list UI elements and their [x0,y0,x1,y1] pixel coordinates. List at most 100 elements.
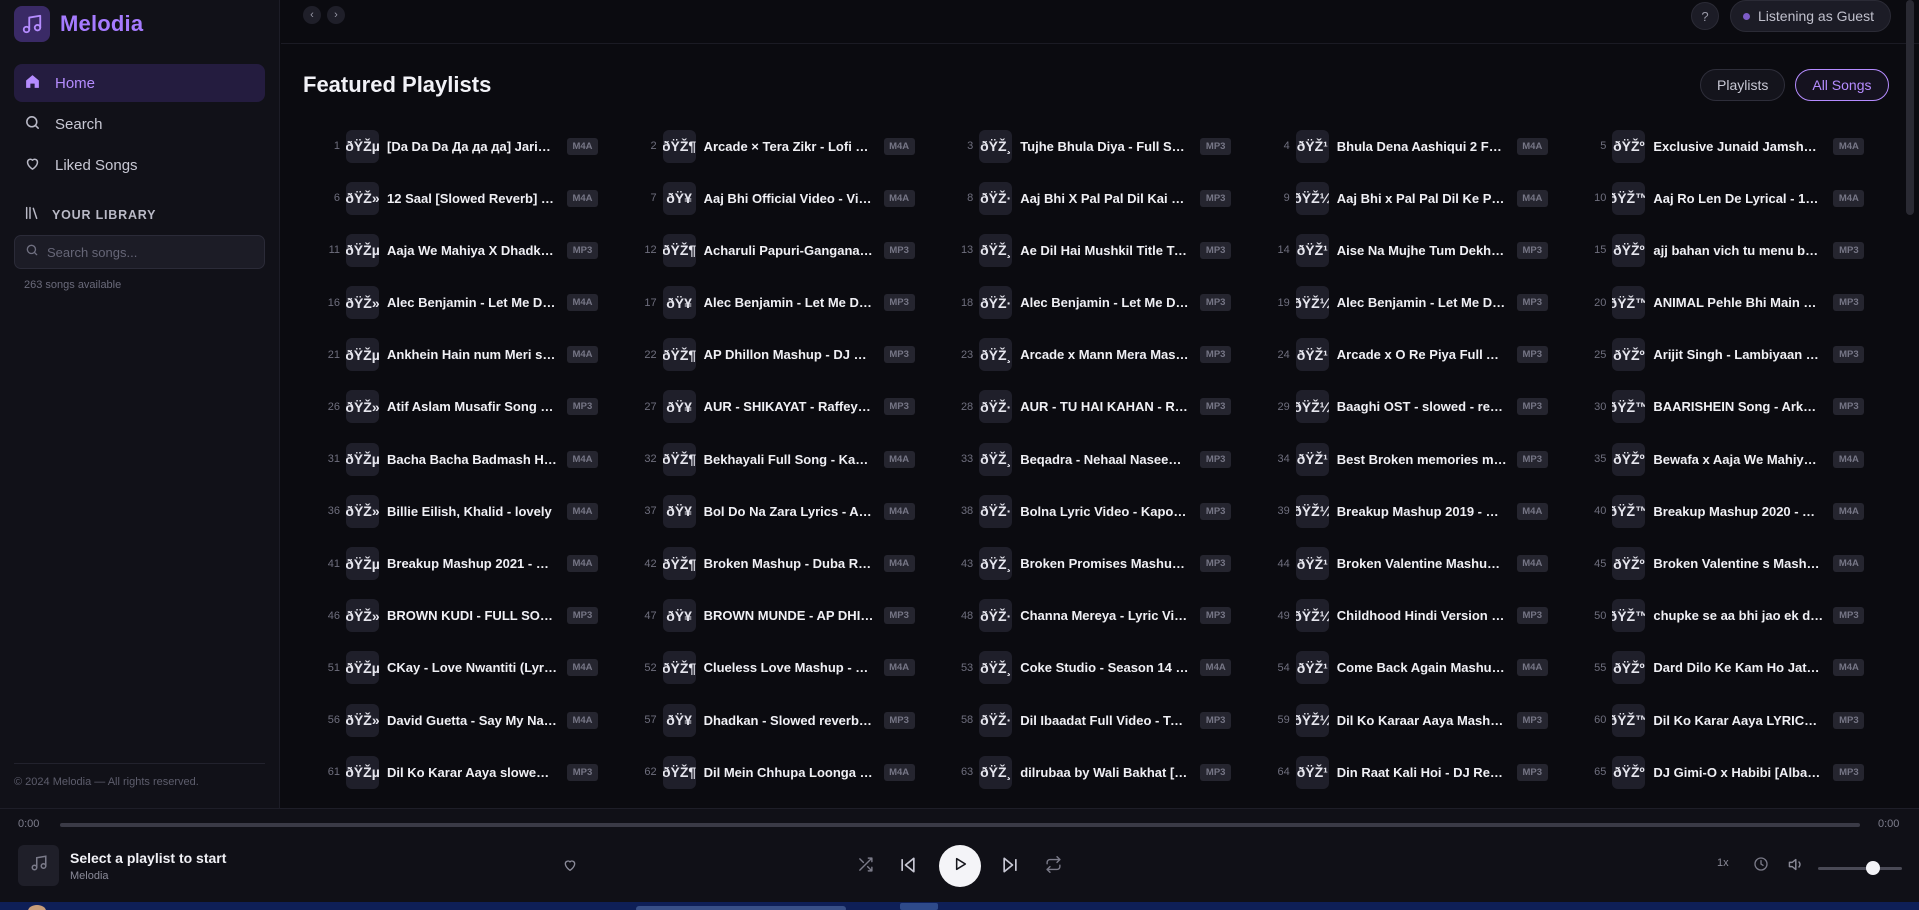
song-title: Arcade × Tera Zikr - Lofi … [703,138,869,154]
song-item[interactable]: 34 ðŸŽ¹ Best Broken memories ma… MP3 [1266,438,1583,480]
shuffle-button[interactable] [857,856,874,878]
song-item[interactable]: 27 ðŸ¥ AUR - SHIKAYAT - Raffey - … MP3 [633,386,950,428]
sleep-timer-button[interactable] [1753,856,1769,877]
song-item[interactable]: 38 ðŸŽ· Bolna Lyric Video - Kapoo… MP3 [949,490,1266,532]
song-item[interactable]: 35 ðŸŽº Bewafa x Aaja We Mahiya … M4A [1582,438,1890,480]
song-item[interactable]: 55 ðŸŽº Dard Dilo Ke Kam Ho Jate… M4A [1582,647,1890,689]
help-button[interactable]: ? [1691,2,1719,30]
taskbar-item[interactable] [900,903,938,910]
song-item[interactable]: 28 ðŸŽ· AUR - TU HAI KAHAN - Ra… MP3 [949,386,1266,428]
song-item[interactable]: 63 ðŸŽ¸ dilrubaa by Wali Bakhat [ly… MP3 [949,751,1266,793]
song-item[interactable]: 52 ðŸŽ¶ Clueless Love Mashup - J… M4A [633,647,950,689]
tab-playlists[interactable]: Playlists [1700,69,1786,101]
nav-liked-songs[interactable]: Liked Songs [14,146,265,184]
song-item[interactable]: 1 ðŸŽµ [Da Da Da Да да да] Jaric… M4A [316,125,633,167]
back-button[interactable]: ‹ [303,6,321,24]
song-item[interactable]: 47 ðŸ¥ BROWN MUNDE - AP DHIL… MP3 [633,595,950,637]
progress-bar[interactable] [60,823,1860,827]
taskbar-item[interactable] [636,906,846,910]
song-item[interactable]: 7 ðŸ¥ Aaj Bhi Official Video - Vis… M4A [633,177,950,219]
song-item[interactable]: 49 ðŸŽ¼ Childhood Hindi Version - … MP3 [1266,595,1583,637]
format-badge: MP3 [883,607,915,625]
song-item[interactable]: 24 ðŸŽ¹ Arcade x O Re Piya Full Au… MP3 [1266,334,1583,376]
song-item[interactable]: 25 ðŸŽº Arijit Singh - Lambiyaan Si… MP3 [1582,334,1890,376]
song-item[interactable]: 11 ðŸŽµ Aaja We Mahiya X Dhadka… MP3 [316,229,633,271]
song-item[interactable]: 54 ðŸŽ¹ Come Back Again Mashup… M4A [1266,647,1583,689]
song-item[interactable]: 16 ðŸŽ» Alec Benjamin - Let Me Do… M4A [316,282,633,324]
repeat-button[interactable] [1045,856,1062,878]
skip-back-icon [898,855,918,880]
song-item[interactable]: 6 ðŸŽ» 12 Saal [Slowed Reverb] - … M4A [316,177,633,219]
next-button[interactable] [1000,855,1020,880]
song-item[interactable]: 44 ðŸŽ¹ Broken Valentine Mashup … M4A [1266,543,1583,585]
volume-button[interactable] [1788,856,1805,878]
song-item[interactable]: 31 ðŸŽµ Bacha Bacha Badmash Ho… M4A [316,438,633,480]
song-item[interactable]: 43 ðŸŽ¸ Broken Promises Mashup … MP3 [949,543,1266,585]
song-item[interactable]: 60 ðŸŽ™ Dil Ko Karar Aaya LYRICS … MP3 [1582,699,1890,741]
song-item[interactable]: 9 ðŸŽ¼ Aaj Bhi x Pal Pal Dil Ke Paa… M4A [1266,177,1583,219]
song-item[interactable]: 8 ðŸŽ· Aaj Bhi X Pal Pal Dil Kai Pa… MP3 [949,177,1266,219]
song-number: 38 [960,505,974,518]
song-item[interactable]: 36 ðŸŽ» Billie Eilish, Khalid - lovely M4A [316,490,633,532]
song-item[interactable]: 53 ðŸŽ¸ Coke Studio - Season 14 -… M4A [949,647,1266,689]
song-item[interactable]: 17 ðŸ¥ Alec Benjamin - Let Me Do… MP3 [633,282,950,324]
library-search-input[interactable] [47,244,247,260]
song-item[interactable]: 29 ðŸŽ¼ Baaghi OST - slowed - rev… MP3 [1266,386,1583,428]
song-item[interactable]: 46 ðŸŽ» BROWN KUDI - FULL SON… MP3 [316,595,633,637]
song-item[interactable]: 62 ðŸŽ¶ Dil Mein Chhupa Loonga -… M4A [633,751,950,793]
song-item[interactable]: 10 ðŸŽ™ Aaj Ro Len De Lyrical - 19… M4A [1582,177,1890,219]
guest-status-button[interactable]: Listening as Guest [1730,0,1891,32]
song-item[interactable]: 61 ðŸŽµ Dil Ko Karar Aaya slowed -… MP3 [316,751,633,793]
song-item[interactable]: 42 ðŸŽ¶ Broken Mashup - Duba Ra… M4A [633,543,950,585]
song-item[interactable]: 23 ðŸŽ¸ Arcade x Mann Mera Mas… MP3 [949,334,1266,376]
song-item[interactable]: 21 ðŸŽµ Ankhein Hain num Meri sa… M4A [316,334,633,376]
song-item[interactable]: 48 ðŸŽ· Channa Mereya - Lyric Vid… MP3 [949,595,1266,637]
playback-speed-button[interactable]: 1x [1717,857,1729,869]
avatar[interactable] [28,905,46,910]
song-item[interactable]: 45 ðŸŽº Broken Valentine s Mashu… M4A [1582,543,1890,585]
like-button[interactable] [562,857,578,878]
song-item[interactable]: 5 ðŸŽº Exclusive Junaid Jamshed… M4A [1582,125,1890,167]
song-item[interactable]: 32 ðŸŽ¶ Bekhayali Full Song - Kabi… M4A [633,438,950,480]
song-item[interactable]: 3 ðŸŽ¸ Tujhe Bhula Diya - Full Son… MP3 [949,125,1266,167]
volume-slider[interactable] [1818,867,1902,870]
song-item[interactable]: 12 ðŸŽ¶ Acharuli Papuri-Gangana … MP3 [633,229,950,271]
song-number: 52 [644,661,657,674]
song-item[interactable]: 57 ðŸ¥ Dhadkan - Slowed reverb … MP3 [633,699,950,741]
nav-home[interactable]: Home [14,64,265,102]
song-item[interactable]: 56 ðŸŽ» David Guetta - Say My Na… M4A [316,699,633,741]
format-badge: M4A [567,346,598,364]
song-item[interactable]: 41 ðŸŽµ Breakup Mashup 2021 - Dj… M4A [316,543,633,585]
song-item[interactable]: 18 ðŸŽ· Alec Benjamin - Let Me Do… MP3 [949,282,1266,324]
song-item[interactable]: 26 ðŸŽ» Atif Aslam Musafir Song - … MP3 [316,386,633,428]
song-item[interactable]: 20 ðŸŽ™ ANIMAL Pehle Bhi Main Fu… MP3 [1582,282,1890,324]
song-item[interactable]: 13 ðŸŽ¸ Ae Dil Hai Mushkil Title Tr… MP3 [949,229,1266,271]
play-button[interactable] [939,845,981,887]
song-item[interactable]: 14 ðŸŽ¹ Aise Na Mujhe Tum Dekho… MP3 [1266,229,1583,271]
song-item[interactable]: 22 ðŸŽ¶ AP Dhillon Mashup - DJ D… MP3 [633,334,950,376]
song-item[interactable]: 50 ðŸŽ™ chupke se aa bhi jao ek di… MP3 [1582,595,1890,637]
tab-all-songs[interactable]: All Songs [1795,69,1889,101]
song-item[interactable]: 39 ðŸŽ¼ Breakup Mashup 2019 - D… M4A [1266,490,1583,532]
song-item[interactable]: 65 ðŸŽº DJ Gimi-O x Habibi [Albani… MP3 [1582,751,1890,793]
previous-button[interactable] [898,855,918,880]
song-item[interactable]: 30 ðŸŽ™ BAARISHEIN Song - Arko … MP3 [1582,386,1890,428]
song-item[interactable]: 33 ðŸŽ¸ Beqadra - Nehaal Naseem… MP3 [949,438,1266,480]
song-item[interactable]: 15 ðŸŽº ajj bahan vich tu menu bh… MP3 [1582,229,1890,271]
forward-button[interactable]: › [327,6,345,24]
song-item[interactable]: 2 ðŸŽ¶ Arcade × Tera Zikr - Lofi … M4A [633,125,950,167]
scrollbar[interactable] [1906,0,1914,215]
song-item[interactable]: 51 ðŸŽµ CKay - Love Nwantiti (Lyri… M4A [316,647,633,689]
song-item[interactable]: 58 ðŸŽ· Dil Ibaadat Full Video - Tu… MP3 [949,699,1266,741]
song-item[interactable]: 64 ðŸŽ¹ Din Raat Kali Hoi - DJ Rem… MP3 [1266,751,1583,793]
song-item[interactable]: 37 ðŸ¥ Bol Do Na Zara Lyrics - Ar… M4A [633,490,950,532]
nav-search[interactable]: Search [14,105,265,143]
song-item[interactable]: 4 ðŸŽ¹ Bhula Dena Aashiqui 2 Full… M4A [1266,125,1583,167]
song-item[interactable]: 40 ðŸŽ™ Breakup Mashup 2020 - Y… M4A [1582,490,1890,532]
volume-slider-handle[interactable] [1865,861,1880,875]
brand[interactable]: Melodia [14,6,143,42]
now-playing-title: Select a playlist to start [70,850,227,866]
library-search[interactable] [14,235,265,269]
song-item[interactable]: 59 ðŸŽ¼ Dil Ko Karaar Aaya Mashu… MP3 [1266,699,1583,741]
song-item[interactable]: 19 ðŸŽ¼ Alec Benjamin - Let Me Do… MP3 [1266,282,1583,324]
